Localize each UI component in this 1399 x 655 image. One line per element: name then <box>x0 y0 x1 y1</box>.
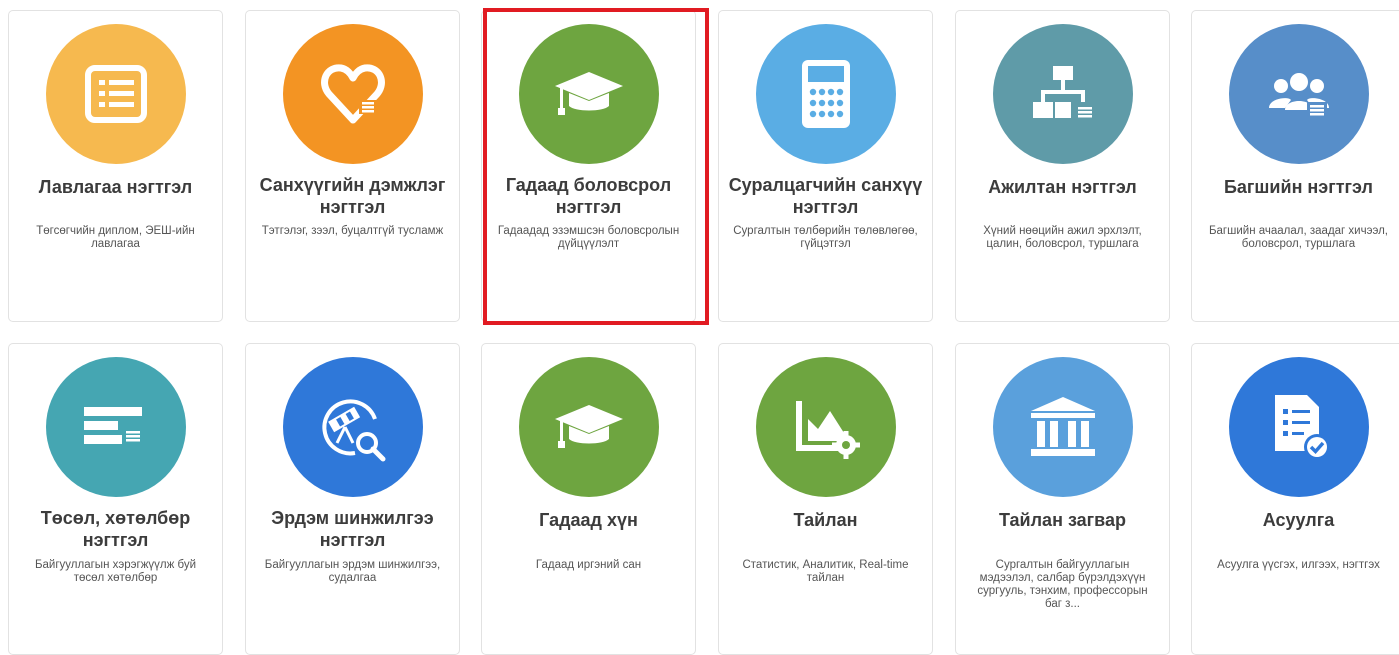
module-title: Тайлан загвар <box>999 510 1126 530</box>
module-card-report-template[interactable]: Тайлан загвар Сургалтын байгууллагын мэд… <box>955 343 1170 655</box>
heart-support-icon <box>283 24 423 164</box>
teachers-group-icon <box>1229 24 1369 164</box>
module-description: Сургалтын төлбөрийн төлөвлөгөө, гүйцэтгэ… <box>733 225 918 250</box>
calculator-icon <box>756 24 896 164</box>
module-title: Гадаад боловсрол нэгтгэл <box>505 175 672 217</box>
module-card-projects[interactable]: Төсөл, хөтөлбөр нэгтгэл Байгууллагын хэр… <box>8 343 223 655</box>
module-description: Гадаад иргэний сан <box>535 559 642 571</box>
project-list-icon <box>46 357 186 497</box>
graduation-cap-icon <box>519 357 659 497</box>
list-document-icon <box>46 24 186 164</box>
module-card-student-finance[interactable]: Суралцагчийн санхүү нэгтгэл Сургалтын тө… <box>718 10 933 322</box>
module-title: Санхүүгийн дэмжлэг нэгтгэл <box>259 175 446 217</box>
module-card-financial-support[interactable]: Санхүүгийн дэмжлэг нэгтгэл Тэтгэлэг, зээ… <box>245 10 460 322</box>
chart-gear-icon <box>756 357 896 497</box>
telescope-search-icon <box>283 357 423 497</box>
module-card-report[interactable]: Тайлан Статистик, Аналитик, Real-time та… <box>718 343 933 655</box>
module-description: Гадаадад эзэмшсэн боловсролын дүйцүүлэлт <box>497 225 680 250</box>
module-card-survey[interactable]: Асуулга Асуулга үүсгэх, илгээх, нэгтгэх <box>1191 343 1399 655</box>
survey-check-icon <box>1229 357 1369 497</box>
module-description: Асуулга үүсгэх, илгээх, нэгтгэх <box>1217 559 1380 571</box>
module-title: Багшийн нэгтгэл <box>1223 177 1373 197</box>
module-card-foreigner[interactable]: Гадаад хүн Гадаад иргэний сан <box>481 343 696 655</box>
module-description: Багшийн ачаалал, заадаг хичээл, боловсро… <box>1208 225 1388 250</box>
module-card-teachers[interactable]: Багшийн нэгтгэл Багшийн ачаалал, заадаг … <box>1191 10 1399 322</box>
module-title: Эрдэм шинжилгээ нэгтгэл <box>271 508 434 550</box>
module-title: Лавлагаа нэгтгэл <box>38 177 193 197</box>
org-structure-icon <box>993 24 1133 164</box>
module-title: Асуулга <box>1262 510 1335 530</box>
module-description: Байгууллагын эрдэм шинжилгээ, судалгаа <box>264 559 441 584</box>
module-description: Статистик, Аналитик, Real-time тайлан <box>742 559 909 584</box>
module-description: Төгсөгчийн диплом, ЭЕШ-ийн лавлагаа <box>36 225 195 250</box>
module-card-staff[interactable]: Ажилтан нэгтгэл Хүний нөөцийн ажил эрхлэ… <box>955 10 1170 322</box>
module-description: Хүний нөөцийн ажил эрхлэлт, цалин, болов… <box>983 225 1142 250</box>
module-title: Тайлан <box>793 510 858 530</box>
module-card-reference[interactable]: Лавлагаа нэгтгэл Төгсөгчийн диплом, ЭЕШ-… <box>8 10 223 322</box>
graduation-cap-icon <box>519 24 659 164</box>
module-description: Байгууллагын хэрэгжүүлж буй төсөл хөтөлб… <box>34 559 196 584</box>
module-description: Тэтгэлэг, зээл, буцалтгүй тусламж <box>261 225 444 237</box>
module-card-foreign-education[interactable]: Гадаад боловсрол нэгтгэл Гадаадад эзэмшс… <box>481 10 696 322</box>
module-title: Ажилтан нэгтгэл <box>988 177 1137 197</box>
module-title: Гадаад хүн <box>539 510 638 530</box>
module-description: Сургалтын байгууллагын мэдээлэл, салбар … <box>977 559 1148 610</box>
module-title: Төсөл, хөтөлбөр нэгтгэл <box>40 508 191 550</box>
institution-building-icon <box>993 357 1133 497</box>
module-card-research[interactable]: Эрдэм шинжилгээ нэгтгэл Байгууллагын эрд… <box>245 343 460 655</box>
module-title: Суралцагчийн санхүү нэгтгэл <box>728 175 923 217</box>
